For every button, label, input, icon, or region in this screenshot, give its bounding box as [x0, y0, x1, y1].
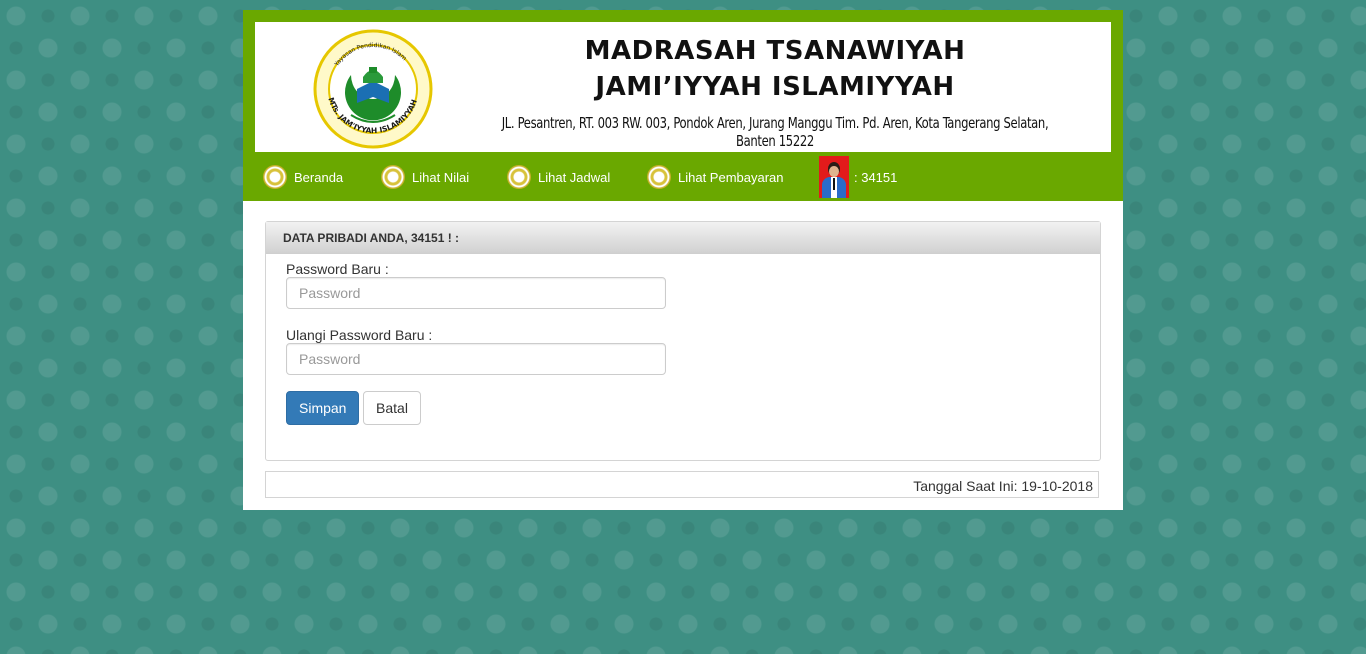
nav-item-label: Lihat Pembayaran — [678, 169, 784, 185]
repeat-password-input[interactable] — [286, 343, 666, 375]
school-emblem-icon — [263, 165, 287, 189]
new-password-input[interactable] — [286, 277, 666, 309]
school-title-line1: MADRASAH TSANAWIYAH — [584, 36, 966, 66]
user-id-label[interactable]: : 34151 — [854, 164, 897, 190]
page-container: MTs. JAM'IYYAH ISLAMIYYAH Yayasan Pendid… — [243, 10, 1123, 510]
save-button[interactable]: Simpan — [286, 391, 359, 425]
nav-item-beranda[interactable]: Beranda — [263, 164, 343, 190]
school-banner: MTs. JAM'IYYAH ISLAMIYYAH Yayasan Pendid… — [255, 22, 1111, 152]
repeat-password-label: Ulangi Password Baru : — [286, 327, 433, 343]
nav-item-label: Lihat Jadwal — [538, 169, 611, 185]
panel-heading: DATA PRIBADI ANDA, 34151 ! : — [266, 222, 1100, 254]
current-date-footer: Tanggal Saat Ini: 19-10-2018 — [265, 471, 1099, 498]
personal-data-panel: DATA PRIBADI ANDA, 34151 ! : Password Ba… — [265, 221, 1101, 461]
school-emblem-icon — [381, 165, 405, 189]
new-password-label: Password Baru : — [286, 261, 389, 277]
nav-item-lihat-pembayaran[interactable]: Lihat Pembayaran — [647, 164, 784, 190]
nav-item-lihat-nilai[interactable]: Lihat Nilai — [381, 164, 469, 190]
school-emblem-icon — [647, 165, 671, 189]
header-bar: MTs. JAM'IYYAH ISLAMIYYAH Yayasan Pendid… — [243, 10, 1123, 201]
nav-item-label: Lihat Nilai — [412, 169, 470, 185]
school-emblem-icon — [507, 165, 531, 189]
school-address: JL. Pesantren, RT. 003 RW. 003, Pondok A… — [501, 114, 1049, 150]
school-title-line2: JAMI’IYYAH ISLAMIYYAH — [595, 72, 955, 102]
user-avatar[interactable] — [819, 156, 849, 198]
main-nav: Beranda Lihat Nilai Lihat Jadwal Lihat P… — [243, 152, 1123, 201]
nav-item-lihat-jadwal[interactable]: Lihat Jadwal — [507, 164, 610, 190]
school-logo-icon: MTs. JAM'IYYAH ISLAMIYYAH Yayasan Pendid… — [313, 29, 433, 149]
nav-item-label: Beranda — [294, 169, 344, 185]
cancel-button[interactable]: Batal — [363, 391, 421, 425]
